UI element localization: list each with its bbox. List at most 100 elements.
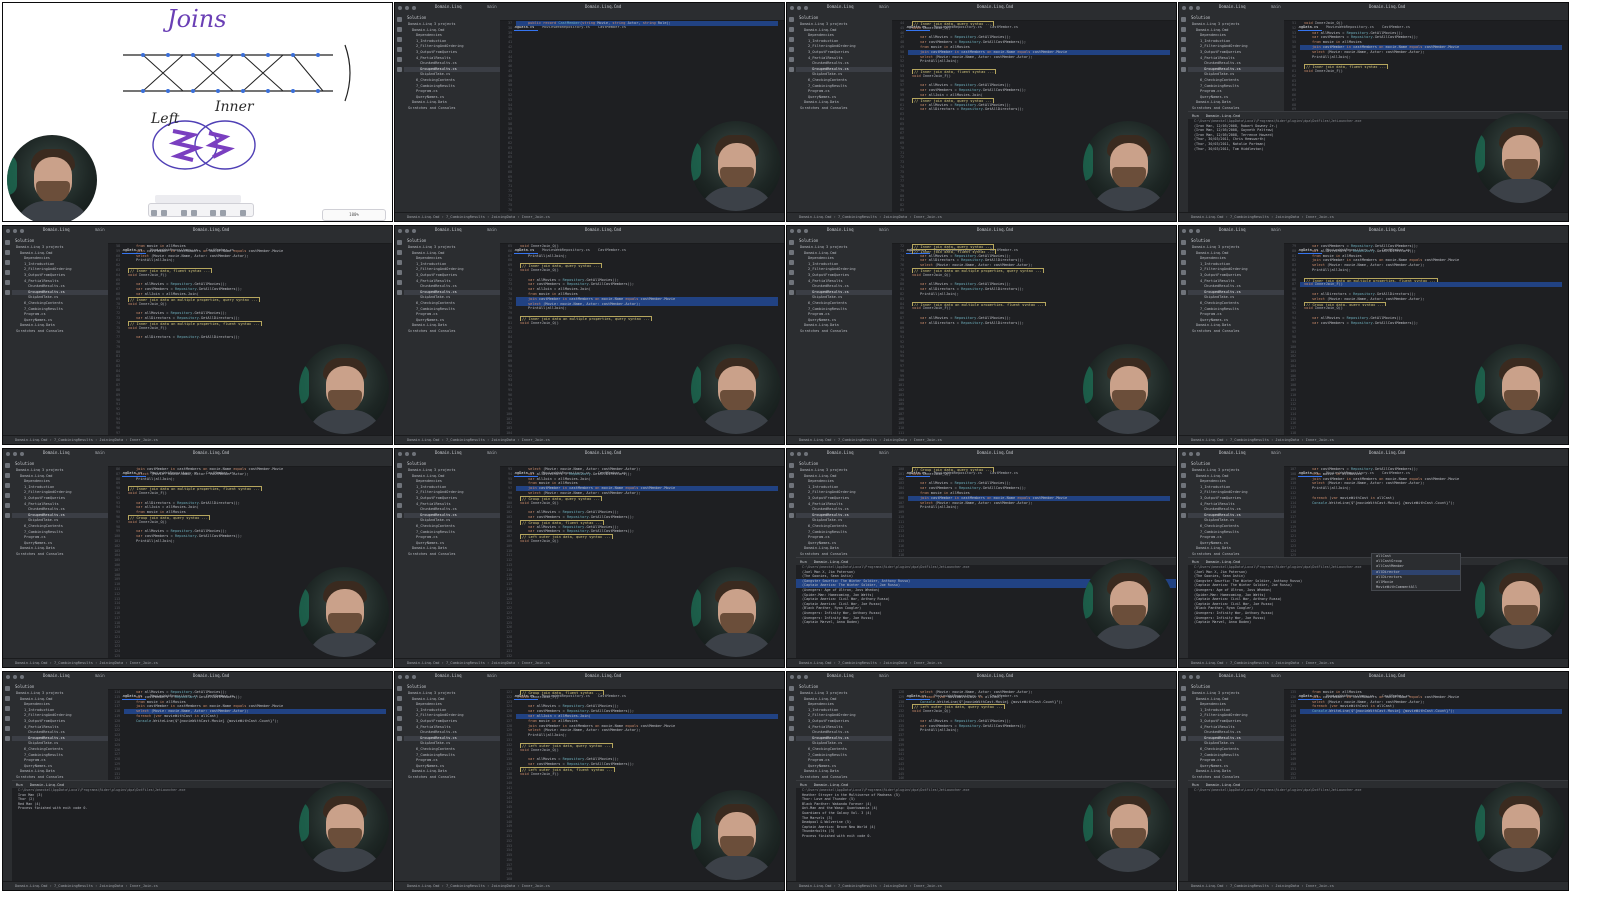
- tool-window-icon[interactable]: [1181, 716, 1186, 721]
- run-config-selector[interactable]: Domain.Linq.Cmd: [1369, 4, 1405, 9]
- tool-window-icon[interactable]: [5, 493, 10, 498]
- project-switcher[interactable]: Domain.Linq: [1219, 227, 1246, 232]
- branch-switcher[interactable]: main: [487, 227, 497, 232]
- status-breadcrumb[interactable]: 7_CombiningResults: [1230, 438, 1269, 442]
- status-breadcrumb[interactable]: JoiningData: [99, 884, 123, 888]
- tool-window-icon[interactable]: [397, 503, 402, 508]
- tool-window-icon[interactable]: [5, 463, 10, 468]
- status-breadcrumb[interactable]: JoiningData: [883, 884, 907, 888]
- run-config-selector[interactable]: Domain.Linq.Cmd: [585, 227, 621, 232]
- run-config-selector[interactable]: Domain.Linq.Cmd: [977, 227, 1013, 232]
- status-breadcrumb[interactable]: Inner_Join.cs: [1306, 884, 1334, 888]
- status-breadcrumb[interactable]: JoiningData: [491, 215, 515, 219]
- tool-window-icon[interactable]: [789, 260, 794, 265]
- status-breadcrumb[interactable]: Domain.Linq.Cmd: [15, 884, 47, 888]
- status-breadcrumb[interactable]: Domain.Linq.Cmd: [15, 661, 47, 665]
- tool-window-icon[interactable]: [397, 57, 402, 62]
- status-breadcrumb[interactable]: JoiningData: [491, 438, 515, 442]
- project-switcher[interactable]: Domain.Linq: [435, 4, 462, 9]
- status-breadcrumb[interactable]: JoiningData: [1275, 884, 1299, 888]
- tool-window-icon[interactable]: [789, 513, 794, 518]
- explorer-item[interactable]: Scratches and Consoles: [796, 329, 892, 335]
- tool-window-icon[interactable]: [789, 473, 794, 478]
- explorer-item[interactable]: Scratches and Consoles: [12, 329, 108, 335]
- tool-window-icon[interactable]: [1181, 67, 1186, 72]
- tool-window-icon[interactable]: [1181, 483, 1186, 488]
- tool-window-icon[interactable]: [789, 270, 794, 275]
- tool-window-icon[interactable]: [397, 493, 402, 498]
- tool-window-icon[interactable]: [397, 686, 402, 691]
- status-breadcrumb[interactable]: 7_CombiningResults: [446, 438, 485, 442]
- status-breadcrumb[interactable]: JoiningData: [883, 661, 907, 665]
- tool-window-icon[interactable]: [5, 260, 10, 265]
- status-breadcrumb[interactable]: Inner_Join.cs: [1306, 215, 1334, 219]
- run-config-selector[interactable]: Domain.Linq.Cmd: [193, 227, 229, 232]
- tool-window-icon[interactable]: [397, 270, 402, 275]
- tool-window-icon[interactable]: [397, 473, 402, 478]
- status-breadcrumb[interactable]: Inner_Join.cs: [914, 215, 942, 219]
- tool-window-icon[interactable]: [397, 250, 402, 255]
- tool-window-icon[interactable]: [1181, 493, 1186, 498]
- status-breadcrumb[interactable]: Inner_Join.cs: [522, 215, 550, 219]
- project-switcher[interactable]: Domain.Linq: [435, 673, 462, 678]
- status-breadcrumb[interactable]: Inner_Join.cs: [522, 438, 550, 442]
- completion-item[interactable]: MovieWithCommentAll: [1372, 585, 1460, 590]
- branch-switcher[interactable]: main: [1271, 4, 1281, 9]
- branch-switcher[interactable]: main: [1271, 450, 1281, 455]
- status-breadcrumb[interactable]: JoiningData: [99, 438, 123, 442]
- tool-window-icon[interactable]: [5, 503, 10, 508]
- tool-window-icon[interactable]: [789, 483, 794, 488]
- tool-window-icon[interactable]: [1181, 47, 1186, 52]
- tool-window-icon[interactable]: [5, 290, 10, 295]
- tool-window-icon[interactable]: [397, 280, 402, 285]
- status-breadcrumb[interactable]: Inner_Join.cs: [914, 884, 942, 888]
- tool-window-icon[interactable]: [1181, 736, 1186, 741]
- project-switcher[interactable]: Domain.Linq: [435, 450, 462, 455]
- branch-switcher[interactable]: main: [879, 673, 889, 678]
- branch-switcher[interactable]: main: [879, 4, 889, 9]
- project-switcher[interactable]: Domain.Linq: [827, 450, 854, 455]
- status-breadcrumb[interactable]: JoiningData: [1275, 215, 1299, 219]
- status-breadcrumb[interactable]: Inner_Join.cs: [914, 438, 942, 442]
- status-breadcrumb[interactable]: 7_CombiningResults: [54, 884, 93, 888]
- status-breadcrumb[interactable]: Inner_Join.cs: [130, 884, 158, 888]
- tool-window-icon[interactable]: [1181, 503, 1186, 508]
- tool-window-icon[interactable]: [397, 726, 402, 731]
- project-switcher[interactable]: Domain.Linq: [1219, 673, 1246, 678]
- tool-window-icon[interactable]: [397, 513, 402, 518]
- status-breadcrumb[interactable]: JoiningData: [1275, 438, 1299, 442]
- branch-switcher[interactable]: main: [879, 450, 889, 455]
- tool-window-icon[interactable]: [5, 686, 10, 691]
- tool-window-icon[interactable]: [397, 27, 402, 32]
- tool-window-icon[interactable]: [5, 736, 10, 741]
- status-breadcrumb[interactable]: 7_CombiningResults: [1230, 661, 1269, 665]
- run-config-selector[interactable]: Domain.Linq.Cmd: [585, 673, 621, 678]
- tool-window-icon[interactable]: [5, 706, 10, 711]
- explorer-item[interactable]: Scratches and Consoles: [1188, 329, 1284, 335]
- tool-window-icon[interactable]: [397, 260, 402, 265]
- tool-window-icon[interactable]: [397, 290, 402, 295]
- project-switcher[interactable]: Domain.Linq: [1219, 450, 1246, 455]
- tool-window-icon[interactable]: [789, 696, 794, 701]
- tool-window-icon[interactable]: [789, 37, 794, 42]
- tool-window-icon[interactable]: [789, 250, 794, 255]
- status-breadcrumb[interactable]: Inner_Join.cs: [522, 661, 550, 665]
- status-breadcrumb[interactable]: JoiningData: [883, 438, 907, 442]
- tool-window-icon[interactable]: [397, 17, 402, 22]
- status-breadcrumb[interactable]: Domain.Linq.Cmd: [407, 661, 439, 665]
- tool-window-icon[interactable]: [1181, 726, 1186, 731]
- status-breadcrumb[interactable]: 7_CombiningResults: [838, 438, 877, 442]
- tool-window-icon[interactable]: [1181, 37, 1186, 42]
- tool-window-icon[interactable]: [1181, 290, 1186, 295]
- explorer-item[interactable]: Scratches and Consoles: [796, 106, 892, 112]
- branch-switcher[interactable]: main: [1271, 673, 1281, 678]
- tool-window-icon[interactable]: [5, 280, 10, 285]
- branch-switcher[interactable]: main: [95, 673, 105, 678]
- tool-window-icon[interactable]: [5, 250, 10, 255]
- explorer-item[interactable]: Scratches and Consoles: [12, 552, 108, 558]
- tool-window-icon[interactable]: [789, 280, 794, 285]
- tool-window-icon[interactable]: [1181, 280, 1186, 285]
- status-breadcrumb[interactable]: JoiningData: [491, 884, 515, 888]
- tool-window-icon[interactable]: [789, 716, 794, 721]
- status-breadcrumb[interactable]: JoiningData: [491, 661, 515, 665]
